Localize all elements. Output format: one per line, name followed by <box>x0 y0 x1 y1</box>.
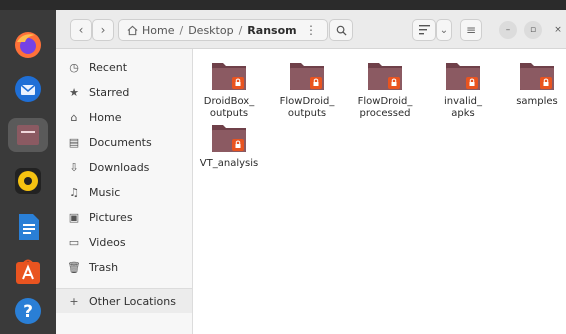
locked-folder-icon <box>368 63 402 90</box>
sidebar-item-label: Downloads <box>89 160 150 174</box>
maximize-icon: ▫ <box>529 25 537 35</box>
top-bar <box>0 0 566 10</box>
svg-text:?: ? <box>23 302 33 322</box>
sidebar: ◷ Recent ★ Starred ⌂ Home ▤ Documents ⇩ Downl… <box>56 49 193 334</box>
folder-label: invalid_ apks <box>443 96 483 119</box>
breadcrumb-desktop[interactable]: Desktop <box>188 24 233 37</box>
path-menu-button[interactable]: ⋮ <box>300 19 322 41</box>
home-icon: ⌂ <box>70 110 78 124</box>
back-button[interactable]: ‹ <box>70 19 92 41</box>
back-icon: ‹ <box>78 23 84 37</box>
close-icon: × <box>554 25 562 35</box>
locked-folder-icon <box>212 125 246 152</box>
list-view-icon <box>418 25 430 35</box>
folder-label: DroidBox_ outputs <box>203 96 255 119</box>
sidebar-item-home[interactable]: ⌂ Home <box>56 105 192 129</box>
download-icon: ⇩ <box>69 160 79 174</box>
file-grid: DroidBox_ outputs FlowDroid_ outputs Flo… <box>193 49 566 334</box>
picture-icon: ▣ <box>68 210 80 224</box>
breadcrumb-separator: / <box>238 23 243 37</box>
rhythmbox-icon[interactable] <box>8 164 48 198</box>
sidebar-item-label: Documents <box>89 135 152 149</box>
chevron-down-icon: ⌄ <box>439 24 449 36</box>
breadcrumb-current[interactable]: Ransom <box>247 24 296 37</box>
maximize-button[interactable]: ▫ <box>524 21 542 39</box>
firefox-icon[interactable] <box>8 28 48 62</box>
main-menu-button[interactable]: ≡ <box>460 19 482 41</box>
sidebar-item-label: Home <box>89 110 122 124</box>
sidebar-item-label: Pictures <box>89 210 133 224</box>
view-toggle-button[interactable] <box>412 19 436 41</box>
sidebar-item-recent[interactable]: ◷ Recent <box>56 55 192 79</box>
sidebar-item-videos[interactable]: ▭ Videos <box>56 230 192 254</box>
forward-icon: › <box>100 23 106 37</box>
music-icon: ♫ <box>69 185 79 199</box>
breadcrumb: Home / Desktop / Ransom <box>118 19 328 41</box>
sidebar-item-documents[interactable]: ▤ Documents <box>56 130 192 154</box>
sidebar-item-pictures[interactable]: ▣ Pictures <box>56 205 192 229</box>
minimize-icon: – <box>505 25 511 35</box>
search-button[interactable] <box>329 19 353 41</box>
forward-button[interactable]: › <box>92 19 114 41</box>
view-options-button[interactable]: ⌄ <box>436 19 452 41</box>
folder-item[interactable]: FlowDroid_ processed <box>349 59 421 120</box>
minimize-button[interactable]: – <box>499 21 517 39</box>
sidebar-item-label: Starred <box>89 85 130 99</box>
locked-folder-icon <box>520 63 554 90</box>
help-icon[interactable]: ? <box>8 294 48 328</box>
locked-folder-icon <box>446 63 480 90</box>
kebab-icon: ⋮ <box>305 23 317 37</box>
sidebar-item-label: Recent <box>89 60 128 74</box>
sidebar-item-label: Videos <box>89 235 126 249</box>
software-center-icon[interactable] <box>8 254 48 288</box>
folder-label: VT_analysis <box>199 158 259 169</box>
folder-item[interactable]: FlowDroid_ outputs <box>271 59 343 120</box>
locked-folder-icon <box>290 63 324 90</box>
video-icon: ▭ <box>68 235 80 249</box>
file-manager-window: ‹ › Home / Desktop / Ransom ⋮ ⌄ ≡ – ▫ × … <box>56 10 566 334</box>
thunderbird-icon[interactable] <box>8 72 48 106</box>
folder-label: FlowDroid_ outputs <box>279 96 335 119</box>
header-bar: ‹ › Home / Desktop / Ransom ⋮ ⌄ ≡ – ▫ × <box>56 10 566 49</box>
folder-item[interactable]: VT_analysis <box>193 121 265 170</box>
plus-icon: + <box>69 294 79 308</box>
folder-item[interactable]: invalid_ apks <box>427 59 499 120</box>
search-icon <box>336 25 347 36</box>
locked-folder-icon <box>212 63 246 90</box>
close-button[interactable]: × <box>549 21 566 39</box>
breadcrumb-home[interactable]: Home <box>142 24 174 37</box>
sidebar-item-label: Music <box>89 185 121 199</box>
files-icon[interactable] <box>8 118 48 152</box>
folder-label: FlowDroid_ processed <box>357 96 413 119</box>
breadcrumb-separator: / <box>179 23 184 37</box>
sidebar-item-starred[interactable]: ★ Starred <box>56 80 192 104</box>
writer-icon[interactable] <box>8 210 48 244</box>
folder-item[interactable]: DroidBox_ outputs <box>193 59 265 120</box>
home-icon <box>127 25 138 35</box>
sidebar-item-trash[interactable]: 🗑 Trash <box>56 255 192 279</box>
sidebar-item-other-locations[interactable]: + Other Locations <box>56 289 192 313</box>
sidebar-item-music[interactable]: ♫ Music <box>56 180 192 204</box>
trash-icon: 🗑 <box>67 260 81 274</box>
sidebar-item-downloads[interactable]: ⇩ Downloads <box>56 155 192 179</box>
sidebar-item-label: Other Locations <box>89 294 176 308</box>
hamburger-icon: ≡ <box>465 23 477 37</box>
dock: ? <box>0 10 56 334</box>
folder-label: samples <box>516 96 558 107</box>
folder-item[interactable]: samples <box>501 59 566 108</box>
document-icon: ▤ <box>68 135 80 149</box>
sidebar-item-label: Trash <box>89 260 119 274</box>
star-icon: ★ <box>69 85 79 99</box>
clock-icon: ◷ <box>69 60 79 74</box>
